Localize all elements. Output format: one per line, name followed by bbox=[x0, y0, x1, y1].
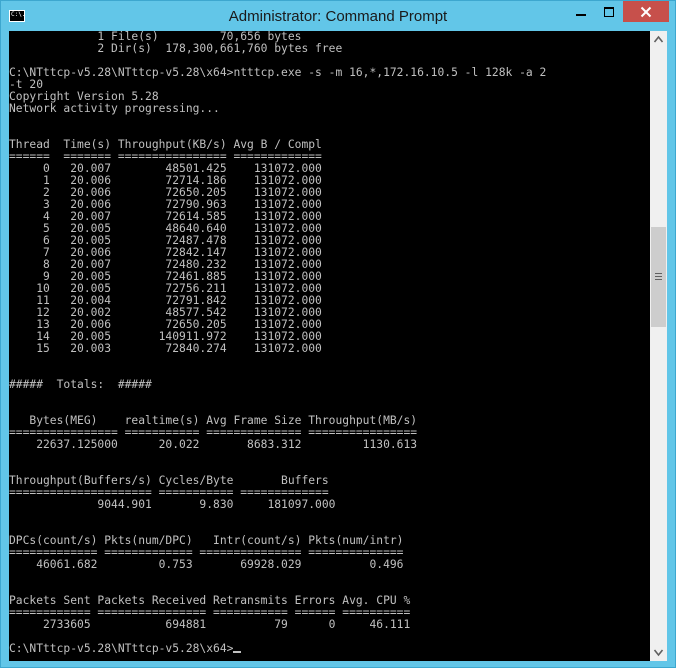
grip-icon bbox=[655, 273, 662, 280]
chevron-up-icon bbox=[653, 35, 664, 43]
close-icon bbox=[640, 6, 652, 17]
console-line: ##### Totals: ##### bbox=[9, 378, 152, 391]
text-cursor bbox=[233, 651, 242, 653]
console-line: 2 Dir(s) 178,300,661,760 bytes free bbox=[9, 42, 343, 55]
title-bar[interactable]: C:\. Administrator: Command Prompt bbox=[1, 1, 675, 31]
prompt-text: C:\NTttcp-v5.28\NTttcp-v5.28\x64> bbox=[9, 642, 234, 655]
console-line: 15 20.003 72840.274 131072.000 bbox=[9, 342, 322, 355]
console-line: 9044.901 9.830 181097.000 bbox=[9, 498, 336, 511]
command-prompt-window: C:\. Administrator: Command Prompt 1 Fil… bbox=[0, 0, 676, 668]
scroll-up-button[interactable] bbox=[650, 31, 667, 48]
console-line: 46061.682 0.753 69928.029 0.496 bbox=[9, 558, 404, 571]
maximize-button[interactable] bbox=[595, 1, 623, 22]
vertical-scrollbar[interactable] bbox=[650, 31, 667, 661]
console-line: C:\NTttcp-v5.28\NTttcp-v5.28\x64>ntttcp.… bbox=[9, 66, 547, 79]
scrollbar-thumb[interactable] bbox=[651, 227, 666, 327]
close-button[interactable] bbox=[623, 1, 669, 22]
maximize-icon bbox=[604, 6, 614, 17]
console-line: Network activity progressing... bbox=[9, 102, 220, 115]
minimize-icon bbox=[576, 13, 586, 16]
console-output[interactable]: 1 File(s) 70,656 bytes 2 Dir(s) 178,300,… bbox=[9, 31, 650, 661]
scroll-down-button[interactable] bbox=[650, 644, 667, 661]
console-line: 22637.125000 20.022 8683.312 1130.613 bbox=[9, 438, 418, 451]
chevron-down-icon bbox=[653, 649, 664, 657]
console-text: 1 File(s) 70,656 bytes 2 Dir(s) 178,300,… bbox=[9, 31, 650, 655]
command-prompt-line[interactable]: C:\NTttcp-v5.28\NTttcp-v5.28\x64> bbox=[9, 643, 650, 655]
console-line: 2733605 694881 79 0 46.111 bbox=[9, 618, 411, 631]
minimize-button[interactable] bbox=[567, 1, 595, 22]
